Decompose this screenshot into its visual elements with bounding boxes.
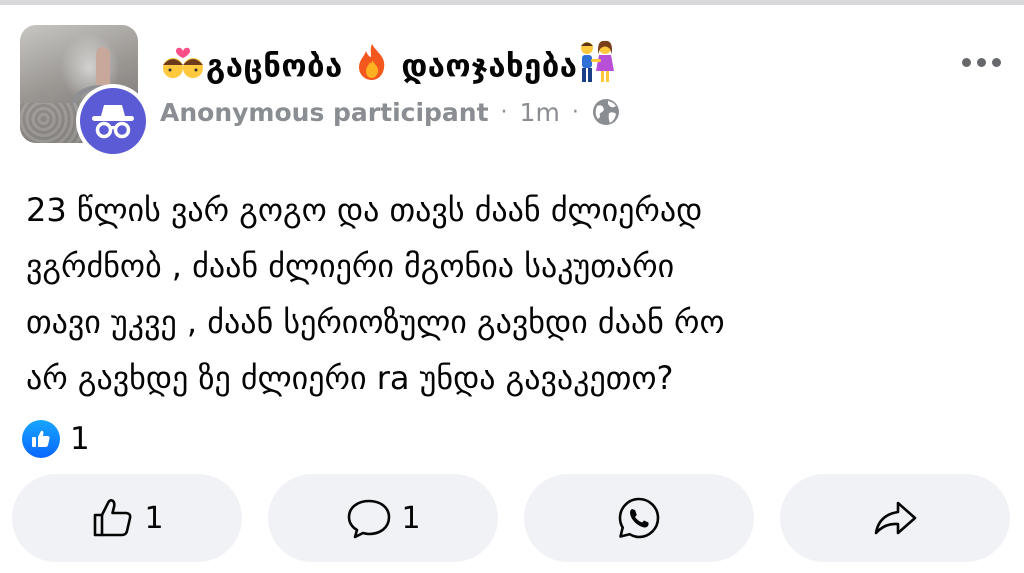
anonymous-avatar[interactable] (76, 84, 150, 158)
comment-button[interactable]: 1 (268, 474, 498, 562)
whatsapp-share-button[interactable] (524, 474, 754, 562)
meta-separator: · (500, 99, 508, 125)
incognito-icon (80, 88, 146, 154)
kissing-couple-icon (160, 43, 206, 93)
post-timestamp[interactable]: 1m (520, 98, 560, 127)
meta-separator: · (571, 99, 579, 125)
post-meta: Anonymous participant · 1m · (160, 94, 621, 130)
share-icon (871, 495, 919, 541)
group-name-part1: გაცნობა (206, 48, 343, 85)
more-dot (976, 57, 986, 67)
group-name-part2: დაოჯახება (401, 48, 578, 85)
whatsapp-icon (615, 494, 663, 542)
globe-icon (591, 97, 621, 127)
comment-count: 1 (401, 500, 421, 536)
fire-icon (354, 42, 390, 94)
couple-holding-hands-icon (577, 40, 615, 96)
top-divider (0, 0, 1024, 5)
comment-icon (345, 495, 393, 541)
like-button[interactable]: 1 (12, 474, 242, 562)
more-dot (961, 57, 971, 67)
share-button[interactable] (780, 474, 1010, 562)
like-count: 1 (144, 500, 164, 536)
reaction-count: 1 (70, 421, 90, 457)
group-name[interactable]: გაცნობა დაოჯახება (160, 40, 615, 96)
more-dot (991, 57, 1001, 67)
reactions-summary[interactable]: 1 (22, 420, 90, 458)
more-options-button[interactable] (958, 50, 1004, 74)
thumbs-up-icon (90, 495, 136, 541)
post-body: 23 წლის ვარ გოგო და თავს ძაან ძლიერად ვგ… (26, 191, 725, 397)
like-reaction-icon (22, 420, 60, 458)
author-name[interactable]: Anonymous participant (160, 98, 489, 127)
